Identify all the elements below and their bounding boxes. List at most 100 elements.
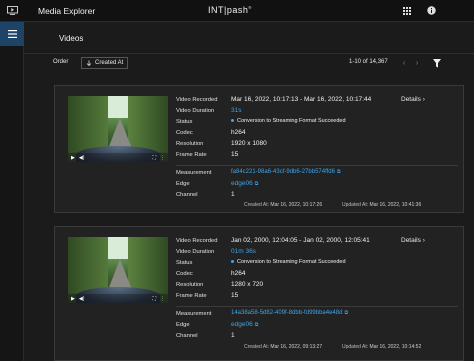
details-link[interactable]: Details › bbox=[401, 237, 425, 244]
edge-name: edge06 bbox=[231, 180, 253, 187]
external-link-icon: ⧉ bbox=[336, 169, 341, 175]
codec-label: Codec bbox=[176, 130, 193, 136]
brand-logo: INT|pash® bbox=[208, 5, 252, 15]
created-at: Created At: Mar 16, 2022, 09:13:27 bbox=[244, 344, 322, 350]
created-at: Created At: Mar 16, 2022, 10:17:26 bbox=[244, 202, 322, 208]
divider bbox=[24, 53, 474, 54]
measurement-id: 14a38a58-5d82-409f-8dbb-fd99bba4e48d bbox=[231, 310, 343, 316]
video-duration-value: 01m 36s bbox=[231, 248, 256, 255]
menu-button[interactable] bbox=[0, 22, 24, 46]
order-value: Created At bbox=[95, 60, 124, 66]
frame-rate-value: 15 bbox=[231, 292, 239, 299]
measurement-id: fa84c221-98a6-43cf-9db6-27bb574ffd6 bbox=[231, 169, 335, 175]
volume-icon[interactable]: ◀) bbox=[79, 296, 85, 302]
order-label: Order bbox=[53, 59, 69, 65]
updated-at: Updated At: Mar 16, 2022, 10:41:36 bbox=[342, 202, 421, 208]
chevron-right-icon: › bbox=[422, 96, 425, 103]
status-label: Status bbox=[176, 260, 193, 266]
status-value: Conversion to Streaming Format Succeeded bbox=[231, 259, 346, 265]
resolution-value: 1920 x 1080 bbox=[231, 140, 267, 147]
order-select[interactable]: Created At bbox=[81, 57, 129, 69]
created-at-label: Created At: bbox=[244, 202, 270, 208]
chevron-right-icon: › bbox=[422, 237, 425, 244]
resolution-label: Resolution bbox=[176, 141, 204, 147]
fullscreen-icon[interactable]: ⛶ bbox=[152, 296, 156, 302]
prev-page-button[interactable]: ‹ bbox=[399, 57, 409, 69]
fullscreen-icon[interactable]: ⛶ bbox=[152, 155, 156, 161]
frame-rate-value: 15 bbox=[231, 151, 239, 158]
divider bbox=[176, 165, 458, 166]
status-value: Conversion to Streaming Format Succeeded bbox=[231, 118, 346, 124]
status-text: Conversion to Streaming Format Succeeded bbox=[237, 118, 346, 124]
measurement-link[interactable]: 14a38a58-5d82-409f-8dbb-fd99bba4e48d ⧉ bbox=[231, 310, 348, 316]
edge-name: edge06 bbox=[231, 321, 253, 328]
brand-mark: ® bbox=[248, 5, 252, 10]
more-icon[interactable]: ⋮ bbox=[160, 296, 165, 302]
updated-at-label: Updated At: bbox=[342, 344, 369, 350]
grid-icon[interactable] bbox=[403, 6, 411, 15]
channel-label: Channel bbox=[176, 192, 198, 198]
video-duration-label: Video Duration bbox=[176, 108, 215, 114]
next-page-button[interactable]: › bbox=[412, 57, 422, 69]
details-label: Details bbox=[401, 96, 421, 103]
app-title: Media Explorer bbox=[38, 5, 96, 16]
external-link-icon: ⧉ bbox=[254, 322, 259, 328]
created-at-value: Mar 16, 2022, 10:17:26 bbox=[270, 202, 323, 208]
edge-label: Edge bbox=[176, 322, 190, 328]
menu-icon bbox=[7, 30, 17, 38]
top-bar: Media Explorer INT|pash® bbox=[0, 0, 474, 22]
video-recorded-value: Mar 16, 2022, 10:17:13 - Mar 16, 2022, 1… bbox=[231, 96, 372, 103]
filter-button[interactable] bbox=[431, 57, 443, 69]
chevron-right-icon: › bbox=[415, 59, 419, 67]
video-card: ▶ ◀) ⛶ ⋮ Video Recorded Jan 02, 2000, 12… bbox=[54, 226, 464, 361]
video-player[interactable]: ▶ ◀) ⛶ ⋮ bbox=[68, 96, 168, 162]
resolution-label: Resolution bbox=[176, 282, 204, 288]
frame-rate-label: Frame Rate bbox=[176, 293, 207, 299]
info-icon[interactable] bbox=[427, 6, 436, 15]
updated-at-value: Mar 16, 2022, 10:41:36 bbox=[369, 202, 422, 208]
video-duration-label: Video Duration bbox=[176, 249, 215, 255]
play-icon[interactable]: ▶ bbox=[71, 155, 75, 161]
channel-value: 1 bbox=[231, 191, 235, 198]
measurement-link[interactable]: fa84c221-98a6-43cf-9db6-27bb574ffd6 ⧉ bbox=[231, 169, 341, 175]
status-text: Conversion to Streaming Format Succeeded bbox=[237, 259, 346, 265]
created-at-value: Mar 16, 2022, 09:13:27 bbox=[270, 344, 323, 350]
video-player[interactable]: ▶ ◀) ⛶ ⋮ bbox=[68, 237, 168, 303]
main-content: Videos Order Created At 1-10 of 14,367 ‹… bbox=[24, 22, 474, 361]
app-logo[interactable] bbox=[0, 0, 24, 22]
sort-arrow-icon bbox=[86, 60, 92, 66]
play-icon[interactable]: ▶ bbox=[71, 296, 75, 302]
more-icon[interactable]: ⋮ bbox=[160, 155, 165, 161]
codec-value: h264 bbox=[231, 129, 246, 136]
channel-label: Channel bbox=[176, 333, 198, 339]
filter-icon bbox=[433, 58, 441, 67]
video-recorded-value: Jan 02, 2000, 12:04:05 - Jan 02, 2000, 1… bbox=[231, 237, 370, 244]
status-dot-icon bbox=[231, 260, 234, 264]
video-card: ▶ ◀) ⛶ ⋮ Video Recorded Mar 16, 2022, 10… bbox=[54, 85, 464, 213]
video-recorded-label: Video Recorded bbox=[176, 238, 218, 244]
resolution-value: 1280 x 720 bbox=[231, 281, 264, 288]
updated-at-label: Updated At: bbox=[342, 202, 369, 208]
edge-link[interactable]: edge06 ⧉ bbox=[231, 180, 258, 187]
page-title: Videos bbox=[59, 34, 84, 43]
divider bbox=[176, 306, 458, 307]
chevron-left-icon: ‹ bbox=[402, 59, 406, 67]
external-link-icon: ⧉ bbox=[254, 181, 259, 187]
video-recorded-label: Video Recorded bbox=[176, 97, 218, 103]
brand-name: INT|pash bbox=[208, 5, 249, 15]
volume-icon[interactable]: ◀) bbox=[79, 155, 85, 161]
details-link[interactable]: Details › bbox=[401, 96, 425, 103]
pagination-range: 1-10 of 14,367 bbox=[349, 59, 388, 65]
created-at-label: Created At: bbox=[244, 344, 270, 350]
monitor-icon bbox=[6, 6, 18, 15]
edge-link[interactable]: edge06 ⧉ bbox=[231, 321, 258, 328]
frame-rate-label: Frame Rate bbox=[176, 152, 207, 158]
status-dot-icon bbox=[231, 119, 234, 123]
external-link-icon: ⧉ bbox=[344, 310, 349, 316]
player-controls: ▶ ◀) ⛶ ⋮ bbox=[68, 294, 168, 303]
codec-value: h264 bbox=[231, 270, 246, 277]
measurement-label: Measurement bbox=[176, 311, 212, 317]
video-duration-value: 31s bbox=[231, 107, 242, 114]
updated-at: Updated At: Mar 16, 2022, 10:14:52 bbox=[342, 344, 421, 350]
measurement-label: Measurement bbox=[176, 170, 212, 176]
